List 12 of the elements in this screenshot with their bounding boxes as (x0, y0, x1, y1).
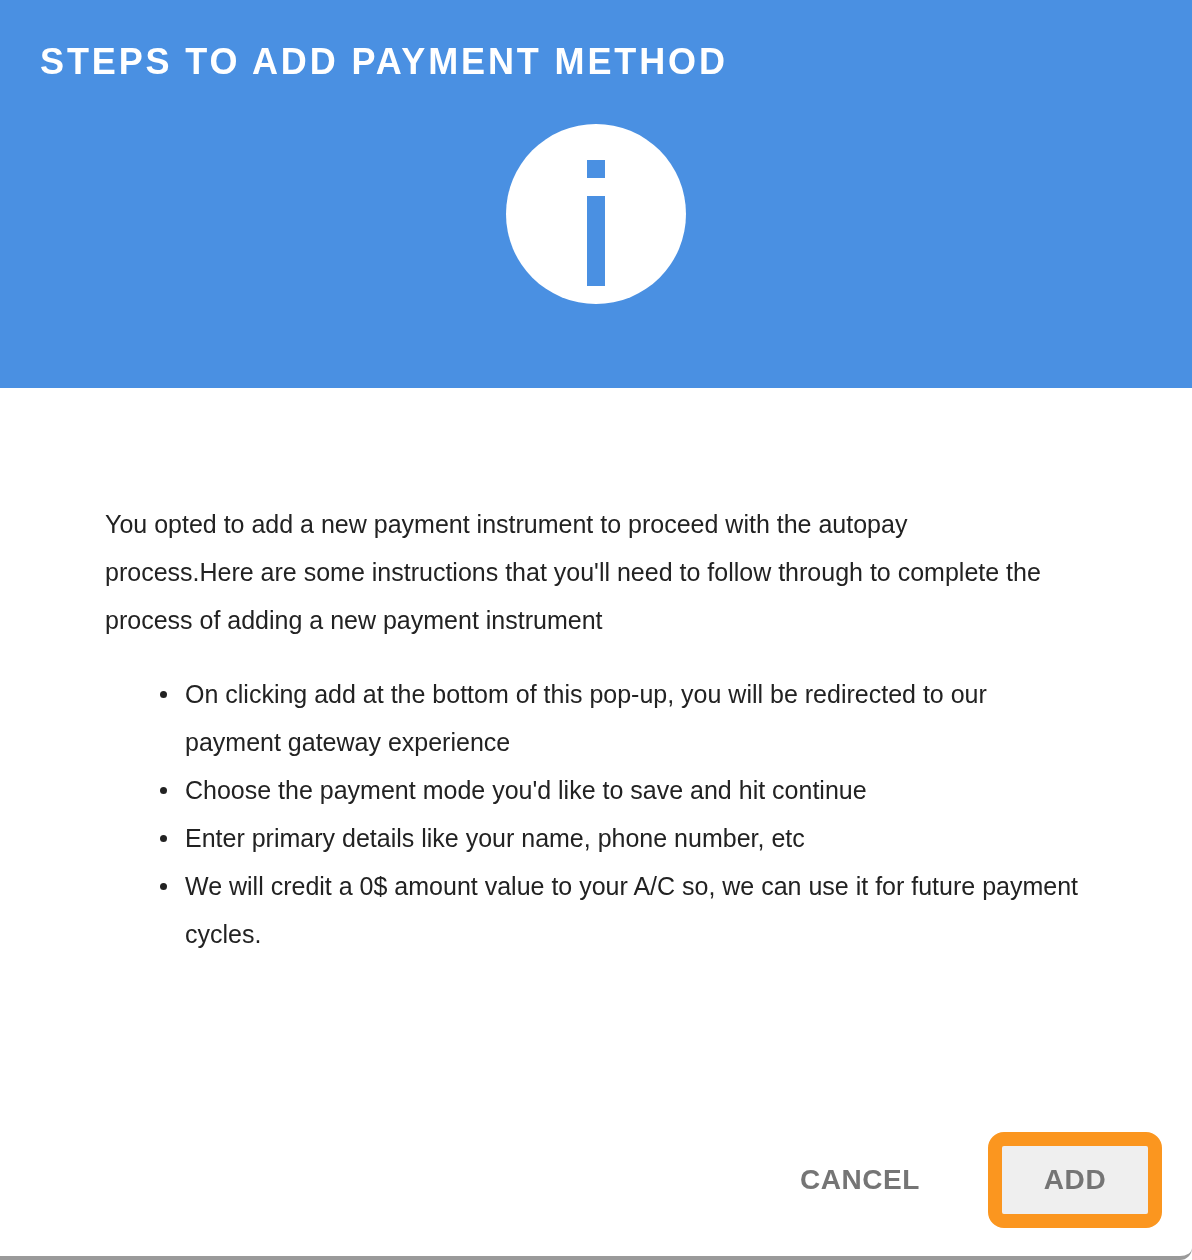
step-text: We will credit a 0$ amount value to your A/C so, we can use it for future payment cycles. (185, 871, 1080, 950)
step-text: On clicking add at the bottom of this pop-up, you will be redirected to our payment gateway experience (185, 679, 988, 758)
step-text: Choose the payment mode you'd like to save and hit continue (185, 775, 867, 806)
bullet-icon (160, 883, 167, 890)
cancel-button[interactable]: CANCEL (797, 1146, 922, 1214)
intro-paragraph: You opted to add a new payment instrument to proceed with the autopay process.Here are some instructions that you'll need to follow through to complete the process of adding a new payment instrument (105, 509, 1042, 636)
bullet-icon (160, 691, 167, 698)
bullet-icon (160, 835, 167, 842)
info-icon (506, 124, 686, 304)
bullet-icon (160, 787, 167, 794)
dialog-title: STEPS TO ADD PAYMENT METHOD (40, 40, 728, 84)
step-text: Enter primary details like your name, phone number, etc (185, 823, 805, 854)
